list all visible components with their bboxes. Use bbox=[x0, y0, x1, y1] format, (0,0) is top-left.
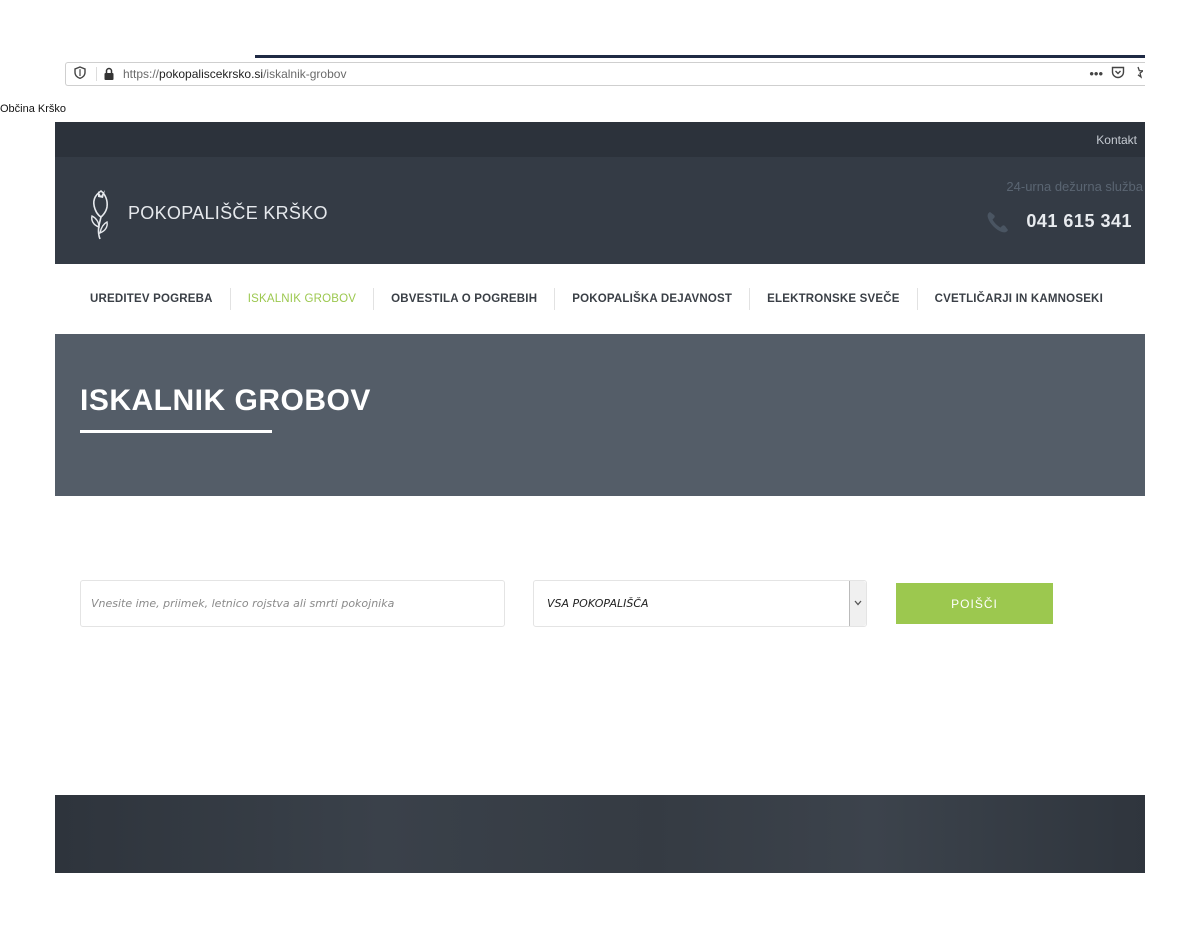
page-title: ISKALNIK GROBOV bbox=[80, 384, 371, 417]
site-footer bbox=[55, 795, 1145, 873]
site-topbar: Kontakt bbox=[55, 122, 1145, 157]
brand-name[interactable]: POKOPALIŠČE KRŠKO bbox=[128, 203, 328, 224]
address-bar[interactable]: https://pokopaliscekrsko.si/iskalnik-gro… bbox=[65, 62, 1145, 86]
cemetery-select-value: VSA POKOPALIŠČA bbox=[547, 597, 649, 610]
nav-item-electronic-candles[interactable]: ELEKTRONSKE SVEČE bbox=[750, 288, 918, 310]
nav-item-florists-stonemasons[interactable]: CVETLIČARJI IN KAMNOSEKI bbox=[918, 288, 1103, 310]
search-button[interactable]: POIŠČI bbox=[896, 583, 1053, 624]
page-frame: https://pokopaliscekrsko.si/iskalnik-gro… bbox=[0, 55, 1145, 875]
phone-icon bbox=[985, 209, 1011, 235]
title-underline bbox=[80, 430, 272, 433]
tracking-shield-icon[interactable] bbox=[74, 66, 90, 82]
duty-service-label: 24-urna dežurna služba bbox=[1006, 179, 1143, 194]
tulip-logo-icon[interactable] bbox=[88, 187, 114, 241]
pocket-icon[interactable] bbox=[1111, 66, 1125, 82]
url-text[interactable]: https://pokopaliscekrsko.si/iskalnik-gro… bbox=[123, 67, 346, 81]
page-load-progress bbox=[255, 55, 1145, 58]
phone-number[interactable]: 041 615 341 bbox=[1026, 211, 1132, 232]
nav-item-cemetery-services[interactable]: POKOPALIŠKA DEJAVNOST bbox=[555, 288, 751, 310]
cemetery-select[interactable]: VSA POKOPALIŠČA bbox=[533, 580, 867, 627]
page-hero: ISKALNIK GROBOV bbox=[55, 334, 1145, 496]
grave-search-input[interactable] bbox=[80, 580, 505, 627]
bookmark-item[interactable]: Občina Krško bbox=[0, 103, 66, 115]
nav-item-grave-finder[interactable]: ISKALNIK GROBOV bbox=[231, 288, 375, 310]
site-header: POKOPALIŠČE KRŠKO 24-urna dežurna služba… bbox=[55, 157, 1145, 264]
nav-item-funeral-arrangement[interactable]: UREDITEV POGREBA bbox=[55, 288, 231, 310]
url-domain: pokopaliscekrsko.si bbox=[159, 67, 264, 81]
nav-item-funeral-notices[interactable]: OBVESTILA O POGREBIH bbox=[374, 288, 556, 310]
bookmark-star-icon[interactable] bbox=[1133, 66, 1145, 82]
page-actions-icon[interactable]: ••• bbox=[1089, 66, 1103, 82]
contact-link[interactable]: Kontakt bbox=[1096, 133, 1137, 147]
chevron-down-icon[interactable] bbox=[849, 581, 866, 626]
main-navigation: UREDITEV POGREBA ISKALNIK GROBOV OBVESTI… bbox=[55, 264, 1145, 334]
address-separator bbox=[96, 67, 97, 81]
lock-icon[interactable] bbox=[103, 67, 115, 81]
address-tools: ••• bbox=[1089, 66, 1145, 82]
